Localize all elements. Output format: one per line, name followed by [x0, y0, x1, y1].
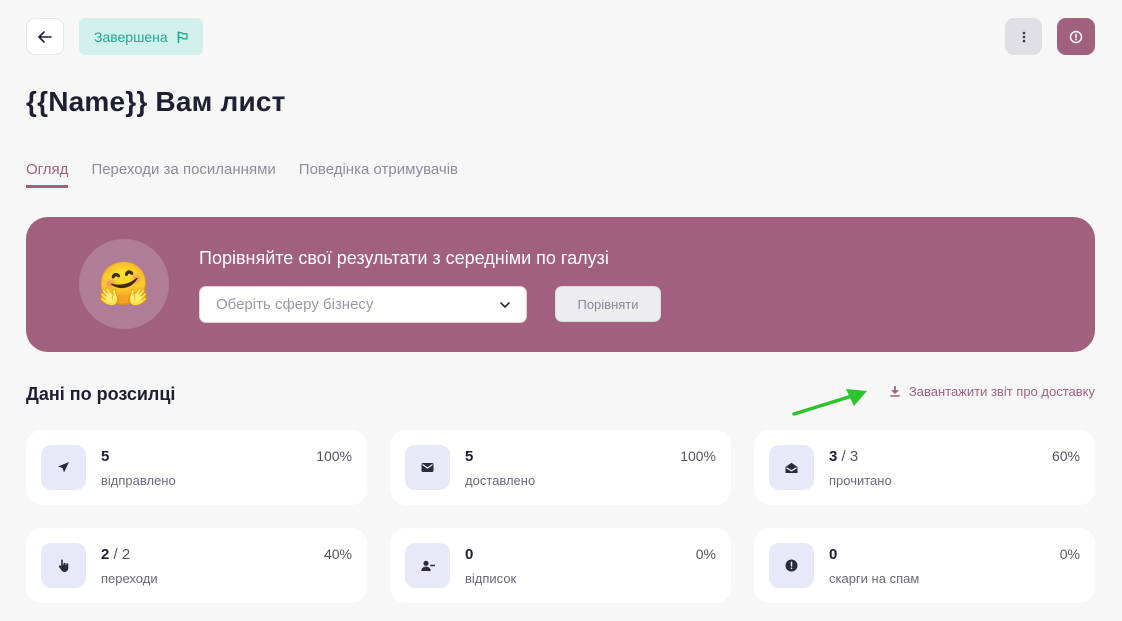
mail-icon — [421, 463, 434, 472]
stat-value: 0 — [829, 546, 838, 563]
select-placeholder: Оберіть сферу бізнесу — [216, 296, 374, 313]
tab-recipient-behavior[interactable]: Поведінка отримувачів — [299, 159, 458, 188]
stat-card-delivered: 5 доставлено 100% — [390, 430, 731, 505]
stat-value: 3 / 3 — [829, 448, 859, 465]
section-title: Дані по розсилці — [26, 384, 176, 404]
hugging-face-icon: 🤗 — [97, 260, 151, 307]
chevron-down-icon — [500, 301, 510, 308]
download-icon — [889, 386, 900, 397]
status-badge: Завершена — [79, 18, 203, 55]
stat-percent: 100% — [680, 448, 716, 464]
stat-percent: 40% — [323, 546, 352, 562]
stat-percent: 0% — [695, 546, 716, 562]
download-delivery-report-link[interactable]: Завантажити звіт про доставку — [889, 384, 1095, 399]
stat-card-clicks: 2 / 2 переходи 40% — [26, 528, 367, 603]
stat-icon — [769, 543, 814, 588]
tabs: Огляд Переходи за посиланнями Поведінка … — [26, 159, 458, 188]
stat-label: доставлено — [465, 473, 536, 488]
stat-label: відправлено — [101, 473, 176, 488]
annotation-arrow — [792, 389, 867, 416]
stat-icon — [405, 543, 450, 588]
hugging-face-emoji: 🤗 — [79, 239, 169, 329]
stat-icon — [405, 445, 450, 490]
flag-icon — [177, 30, 188, 43]
stat-icon — [41, 445, 86, 490]
business-sector-select[interactable]: Оберіть сферу бізнесу — [199, 286, 527, 323]
tab-link-clicks[interactable]: Переходи за посиланнями — [91, 159, 275, 188]
stat-percent: 100% — [316, 448, 352, 464]
more-options-button[interactable] — [1005, 18, 1042, 55]
mail-open-icon — [785, 462, 798, 473]
arrow-left-icon — [38, 30, 52, 43]
stat-value: 2 / 2 — [101, 546, 131, 563]
send-icon — [58, 462, 69, 473]
stat-label: скарги на спам — [829, 571, 920, 586]
top-bar: Завершена — [26, 18, 1095, 55]
banner-title: Порівняйте свої результати з середніми п… — [199, 248, 609, 268]
info-button[interactable] — [1057, 18, 1095, 55]
page-title: {{Name}} Вам лист — [26, 86, 286, 117]
more-vertical-icon — [1022, 31, 1025, 42]
stat-icon — [769, 445, 814, 490]
stat-card-read: 3 / 3 прочитано 60% — [754, 430, 1095, 505]
info-icon — [1069, 30, 1083, 43]
stat-label: переходи — [101, 571, 158, 586]
download-label: Завантажити звіт про доставку — [908, 384, 1095, 399]
industry-comparison-banner: 🤗 Порівняйте свої результати з середніми… — [26, 217, 1095, 352]
stat-label: прочитано — [829, 473, 892, 488]
pointer-icon — [58, 559, 68, 572]
stat-value: 0 — [465, 546, 474, 563]
status-label: Завершена — [94, 28, 168, 45]
stat-card-spam-complaints: 0 скарги на спам 0% — [754, 528, 1095, 603]
stat-label: відписок — [465, 571, 517, 586]
back-button[interactable] — [26, 18, 64, 55]
stat-percent: 0% — [1059, 546, 1080, 562]
stat-percent: 60% — [1051, 448, 1080, 464]
compare-button[interactable]: Порівняти — [555, 286, 661, 322]
stat-icon — [41, 543, 86, 588]
stat-value: 5 — [101, 448, 110, 465]
alert-icon — [785, 559, 798, 572]
tab-overview[interactable]: Огляд — [26, 159, 69, 188]
user-minus-icon — [420, 560, 435, 571]
stat-card-sent: 5 відправлено 100% — [26, 430, 367, 505]
stat-card-unsubscribes: 0 відписок 0% — [390, 528, 731, 603]
stat-value: 5 — [465, 448, 474, 465]
